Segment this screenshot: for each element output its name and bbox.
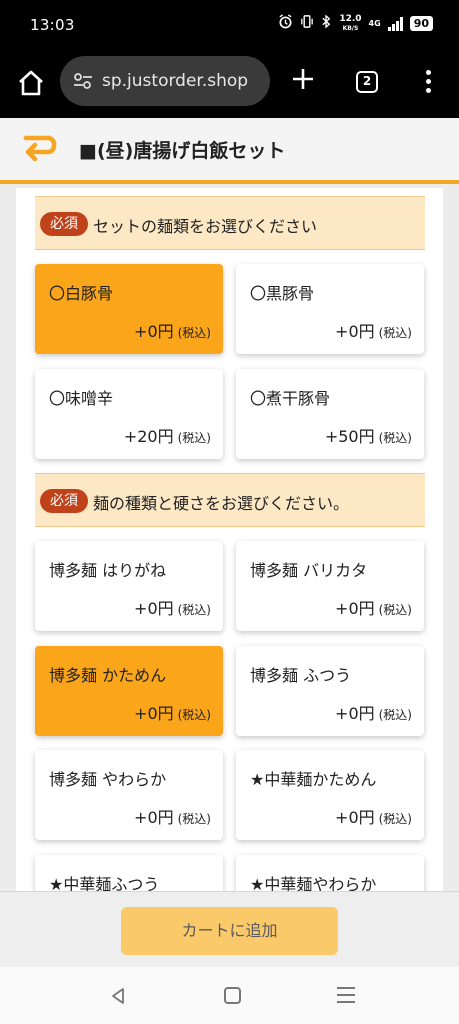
options-panel: 必須 セットの麺類をお選びください 〇白豚骨 +0円 (税込) 〇黒豚骨 +0円(… <box>16 188 443 891</box>
status-bar: 13:03 12.0 KB/S 4G 90 <box>0 0 459 50</box>
bluetooth-icon <box>321 14 332 33</box>
option-chuka-katamen[interactable]: ★中華麺かためん +0円 (税込) <box>236 750 424 840</box>
option-kuro-tonkotsu[interactable]: 〇黒豚骨 +0円 (税込) <box>236 264 424 354</box>
required-badge: 必須 <box>40 489 88 513</box>
option-shiro-tonkotsu[interactable]: 〇白豚骨 +0円 (税込) <box>35 264 223 354</box>
battery-icon: 90 <box>409 16 433 31</box>
option-hakata-harigane[interactable]: 博多麺 はりがね +0円 (税込) <box>35 541 223 631</box>
option-miso-kara[interactable]: 〇味噌辛 +20円 (税込) <box>35 369 223 459</box>
option-hakata-futsuu[interactable]: 博多麺 ふつう +0円 (税込) <box>236 646 424 736</box>
option-name: 博多麺 はりがね <box>49 561 167 580</box>
option-niboshi-tonkotsu[interactable]: 〇煮干豚骨 +50円 (税込) <box>236 369 424 459</box>
page-title: ■(昼)唐揚げ白飯セット <box>79 140 286 162</box>
option-price: +50円 (税込) <box>324 427 412 446</box>
site-settings-icon[interactable] <box>72 71 94 91</box>
nav-back-icon[interactable] <box>108 986 128 1006</box>
option-price: +0円 (税込) <box>134 704 211 723</box>
option-price: +0円 (税込) <box>335 599 412 618</box>
url-text: sp.justorder.shop <box>102 71 249 91</box>
signal-icon <box>387 16 403 31</box>
page-header: ■(昼)唐揚げ白飯セット <box>0 118 459 184</box>
section-header-noodle-firmness: 必須 麺の種類と硬さをお選びください。 <box>35 473 425 527</box>
option-hakata-barikata[interactable]: 博多麺 バリカタ +0円 (税込) <box>236 541 424 631</box>
option-chuka-futsuu[interactable]: ★中華麺ふつう <box>35 855 223 891</box>
option-price: +0円 (税込) <box>134 322 211 341</box>
option-name: 〇黒豚骨 <box>250 284 315 303</box>
section-title: 麺の種類と硬さをお選びください。 <box>93 494 350 513</box>
menu-icon[interactable] <box>420 68 436 96</box>
browser-toolbar: sp.justorder.shop 2 <box>0 50 459 118</box>
option-chuka-yawaraka[interactable]: ★中華麺やわらか <box>236 855 424 891</box>
option-name: ★中華麺かためん <box>250 770 377 789</box>
option-price: +0円 (税込) <box>335 704 412 723</box>
option-price: +0円 (税込) <box>335 808 412 827</box>
option-price: +0円 (税込) <box>335 322 412 341</box>
new-tab-icon[interactable] <box>288 64 318 94</box>
option-name: 〇白豚骨 <box>49 284 114 303</box>
status-time: 13:03 <box>30 16 75 34</box>
required-badge: 必須 <box>40 212 88 236</box>
home-icon[interactable] <box>14 66 48 100</box>
option-price: +0円 (税込) <box>134 808 211 827</box>
option-name: 博多麺 バリカタ <box>250 561 368 580</box>
option-hakata-yawaraka[interactable]: 博多麺 やわらか +0円 (税込) <box>35 750 223 840</box>
add-to-cart-button[interactable]: カートに追加 <box>121 907 338 955</box>
option-name: 博多麺 ふつう <box>250 666 352 685</box>
option-price: +20円 (税込) <box>123 427 211 446</box>
option-name: 博多麺 やわらか <box>49 770 167 789</box>
option-name: 博多麺 かためん <box>49 666 167 685</box>
nav-recents-icon[interactable] <box>337 987 355 1003</box>
section-header-noodle-type: 必須 セットの麺類をお選びください <box>35 196 425 250</box>
network-type: 4G <box>368 19 381 28</box>
option-name: 〇味噌辛 <box>49 389 114 408</box>
option-name: ★中華麺やわらか <box>250 875 377 891</box>
tabs-icon[interactable]: 2 <box>356 71 378 93</box>
nav-home-icon[interactable] <box>224 987 241 1004</box>
system-nav-bar <box>0 967 459 1024</box>
option-name: ★中華麺ふつう <box>49 875 160 891</box>
option-price: +0円 (税込) <box>134 599 211 618</box>
status-icons: 12.0 KB/S 4G 90 <box>278 14 433 33</box>
option-hakata-katamen[interactable]: 博多麺 かためん +0円 (税込) <box>35 646 223 736</box>
footer-bar: カートに追加 <box>0 891 459 967</box>
alarm-icon <box>278 14 293 33</box>
back-arrow-icon[interactable] <box>20 134 58 164</box>
option-name: 〇煮干豚骨 <box>250 389 331 408</box>
address-bar[interactable]: sp.justorder.shop <box>60 56 270 106</box>
network-speed: 12.0 KB/S <box>339 13 362 32</box>
vibrate-icon <box>300 14 314 33</box>
section-title: セットの麺類をお選びください <box>93 217 318 236</box>
